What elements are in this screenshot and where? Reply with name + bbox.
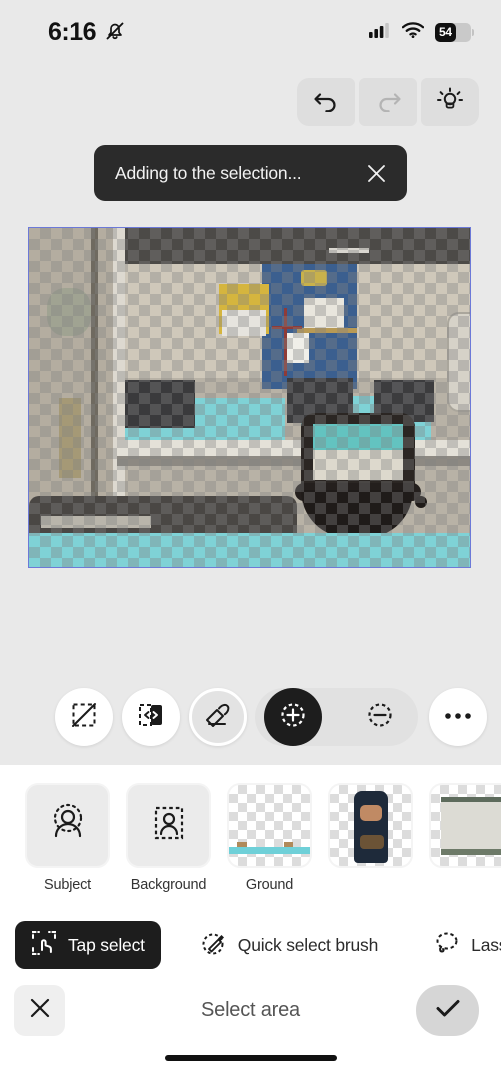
preset-object-1-tile[interactable] (328, 783, 413, 868)
more-options-button[interactable] (429, 688, 487, 746)
undo-button[interactable] (297, 78, 355, 126)
preset-ground-label: Ground (245, 877, 294, 893)
add-subtract-group (255, 688, 418, 746)
battery-cap (472, 28, 474, 36)
invert-selection-button[interactable] (122, 688, 180, 746)
tab-tap-select[interactable]: Tap select (15, 921, 161, 969)
preset-subject[interactable]: Subject (25, 783, 110, 911)
cellular-signal-icon (369, 22, 391, 43)
refine-edge-button[interactable] (189, 688, 247, 746)
refine-edge-icon (203, 700, 233, 735)
home-indicator (164, 1055, 337, 1061)
more-horizontal-icon (444, 708, 472, 726)
top-actions (297, 78, 479, 126)
deselect-icon (70, 701, 98, 734)
hint-button[interactable] (421, 78, 479, 126)
deselect-button[interactable] (55, 688, 113, 746)
status-bar-right: 54 (369, 21, 474, 43)
preset-object-1[interactable] (328, 783, 413, 911)
background-person-icon (148, 803, 190, 848)
app-root: 6:16 54 Adding to the selection... Subje… (0, 0, 501, 1078)
wifi-icon (401, 21, 425, 43)
bell-muted-icon (105, 19, 125, 46)
lightbulb-icon (436, 86, 464, 119)
preset-subject-tile[interactable] (25, 783, 110, 868)
status-bar-left: 6:16 (48, 18, 125, 47)
toast-notification: Adding to the selection... (94, 145, 407, 201)
battery-percent: 54 (439, 25, 452, 39)
add-selection-icon (278, 700, 308, 735)
tab-quick-select-brush-label: Quick select brush (237, 934, 379, 955)
tab-lasso[interactable]: Lasso (418, 921, 501, 969)
status-time: 6:16 (48, 17, 97, 46)
tap-select-icon (31, 930, 57, 961)
bottom-action-bar: Select area (0, 977, 501, 1043)
preset-object-2[interactable] (429, 783, 501, 911)
preset-object-2-tile[interactable] (429, 783, 501, 868)
quick-select-brush-icon (201, 930, 227, 961)
close-icon[interactable] (363, 160, 389, 186)
preset-ground[interactable]: Ground (227, 783, 312, 911)
subtract-selection-icon (365, 700, 395, 735)
selection-toolbar (0, 688, 501, 752)
preset-row[interactable]: Subject Background Ground (0, 783, 501, 911)
canvas-scene (29, 228, 470, 567)
tab-lasso-label: Lasso (471, 934, 501, 955)
preset-ground-tile[interactable] (227, 783, 312, 868)
subtract-from-selection-button[interactable] (351, 688, 409, 746)
confirm-button[interactable] (416, 984, 479, 1036)
preset-subject-label: Subject (44, 877, 91, 893)
preset-background[interactable]: Background (126, 783, 211, 911)
bottom-sheet: Subject Background Ground Tap select Qui… (0, 765, 501, 1078)
tab-tap-select-label: Tap select (68, 934, 145, 955)
lasso-icon (434, 930, 460, 961)
preset-background-label: Background (130, 877, 207, 893)
undo-arrow-icon (313, 87, 340, 117)
preset-background-tile[interactable] (126, 783, 211, 868)
image-canvas[interactable] (28, 227, 471, 568)
subject-person-icon (47, 803, 89, 848)
preview-row (0, 588, 501, 668)
invert-selection-icon (137, 701, 165, 734)
add-to-selection-button[interactable] (264, 688, 322, 746)
redo-button[interactable] (359, 78, 417, 126)
battery-icon: 54 (435, 22, 474, 42)
status-bar: 6:16 54 (0, 0, 501, 64)
toast-message: Adding to the selection... (115, 162, 302, 183)
tab-quick-select-brush[interactable]: Quick select brush (185, 921, 394, 969)
mode-tabs[interactable]: Tap select Quick select brush Las (0, 917, 501, 973)
redo-arrow-icon (375, 87, 402, 117)
checkmark-icon (434, 996, 462, 1025)
